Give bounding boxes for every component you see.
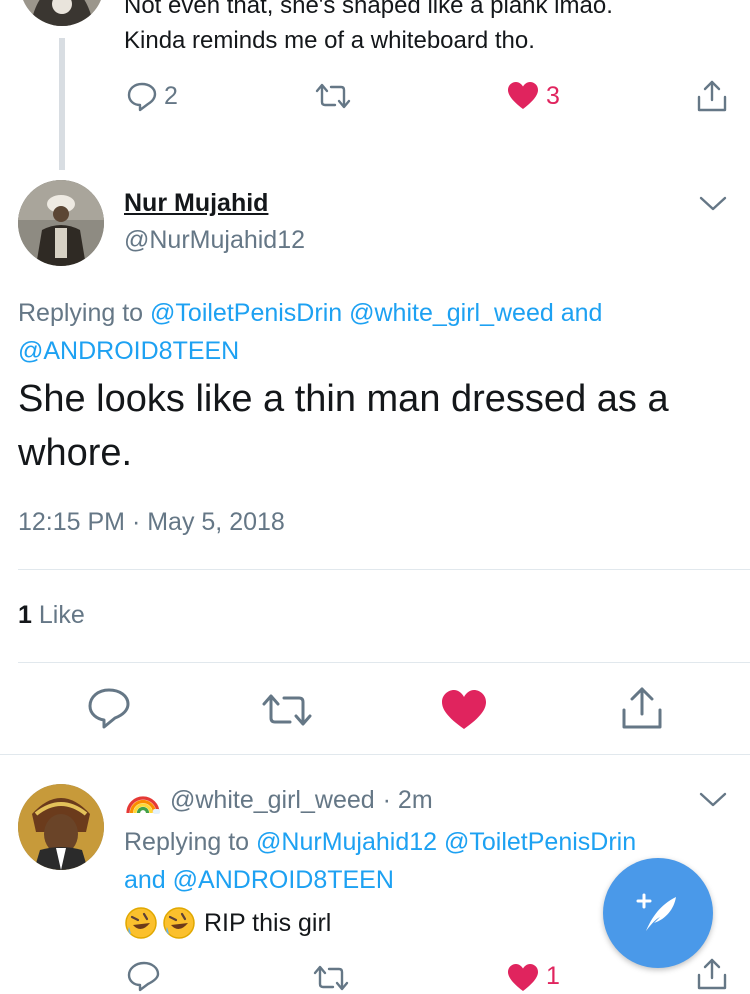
reply-share-button[interactable] (694, 956, 730, 992)
reply-mention-android8teen[interactable]: @ANDROID8TEEN (173, 866, 394, 894)
prev-like-button[interactable]: 3 (506, 80, 560, 112)
main-timestamp[interactable]: 12:15 PM · May 5, 2018 (18, 508, 285, 537)
mention-white-girl-weed[interactable]: @white_girl_weed (349, 299, 554, 327)
reply-tweet-text: RIP this girl (124, 905, 331, 941)
share-icon (622, 687, 662, 729)
main-reply-button[interactable] (86, 686, 132, 730)
divider-reply-top (0, 754, 750, 755)
retweet-icon (315, 83, 351, 109)
prev-reply-count: 2 (164, 81, 178, 110)
reply-time: · 2m (382, 785, 433, 814)
reply-mention-and[interactable]: and (124, 866, 166, 894)
reply-mention-nurmujahid12[interactable]: @NurMujahid12 (256, 828, 437, 856)
rofl-emoji (162, 906, 196, 940)
retweet-icon (262, 694, 312, 726)
main-retweet-button[interactable] (260, 690, 314, 730)
prev-retweet-button[interactable] (314, 80, 352, 112)
chevron-down-icon (699, 196, 727, 211)
likes-stat-count: 1 (18, 601, 32, 629)
reply-mention-toiletpenisdrin[interactable]: @ToiletPenisDrin (444, 828, 636, 856)
main-share-button[interactable] (618, 684, 666, 732)
replying-label: Replying to (18, 299, 144, 327)
main-like-button[interactable] (440, 688, 488, 732)
reply-replying-label: Replying to (124, 828, 250, 856)
divider-stats-bottom (18, 662, 750, 663)
rofl-emoji (124, 906, 158, 940)
prev-reply-button[interactable]: 2 (126, 80, 178, 112)
reply-icon (126, 80, 158, 112)
mention-toiletpenisdrin[interactable]: @ToiletPenisDrin (150, 299, 342, 327)
prev-tweet-text-line2: Kinda reminds me of a whiteboard tho. (124, 27, 535, 54)
reply-icon (88, 688, 130, 729)
compose-tweet-icon (636, 893, 676, 931)
main-menu-button[interactable] (698, 194, 728, 214)
mention-and[interactable]: and (561, 299, 603, 327)
chevron-down-icon (699, 792, 727, 807)
main-replying-to: Replying to @ToiletPenisDrin @white_girl… (18, 294, 730, 370)
reply-icon (127, 961, 160, 992)
main-tweet-text: She looks like a thin man dressed as a w… (18, 372, 730, 480)
likes-stat[interactable]: 1 Like (18, 601, 85, 630)
share-icon (697, 80, 727, 112)
share-icon (697, 958, 727, 990)
mention-android8teen[interactable]: @ANDROID8TEEN (18, 337, 239, 365)
thread-line (59, 38, 65, 170)
reply-like-count: 1 (546, 962, 560, 990)
reply-header: @white_girl_weed · 2m (124, 784, 433, 816)
main-display-name[interactable]: Nur Mujahid (124, 189, 268, 218)
reply-like-button[interactable]: 1 (506, 962, 560, 994)
heart-icon (506, 962, 540, 994)
reply-retweet-button[interactable] (312, 962, 350, 994)
divider-stats-top (18, 569, 750, 570)
prev-like-count: 3 (546, 81, 560, 110)
reply-tweet-avatar[interactable] (18, 784, 104, 870)
heart-icon (506, 80, 540, 112)
reply-handle[interactable]: @white_girl_weed (170, 786, 375, 815)
main-tweet-text-line1: She looks like a thin man dressed as a (18, 378, 669, 420)
main-tweet-avatar[interactable] (18, 180, 104, 266)
retweet-icon (313, 965, 349, 991)
main-handle[interactable]: @NurMujahid12 (124, 226, 305, 255)
main-tweet-text-line2: whore. (18, 432, 133, 474)
prev-tweet-text-line1: Not even that, she's shaped like a plank… (124, 0, 613, 19)
heart-icon (442, 690, 486, 729)
prev-share-button[interactable] (694, 78, 730, 114)
compose-tweet-button[interactable] (603, 858, 713, 968)
reply-reply-button[interactable] (126, 960, 162, 992)
reply-text-body: RIP this girl (204, 908, 332, 937)
prev-tweet-avatar[interactable] (20, 0, 104, 26)
likes-stat-label: Like (38, 601, 85, 629)
rainbow-emoji (124, 785, 162, 815)
reply-menu-button[interactable] (698, 790, 728, 810)
